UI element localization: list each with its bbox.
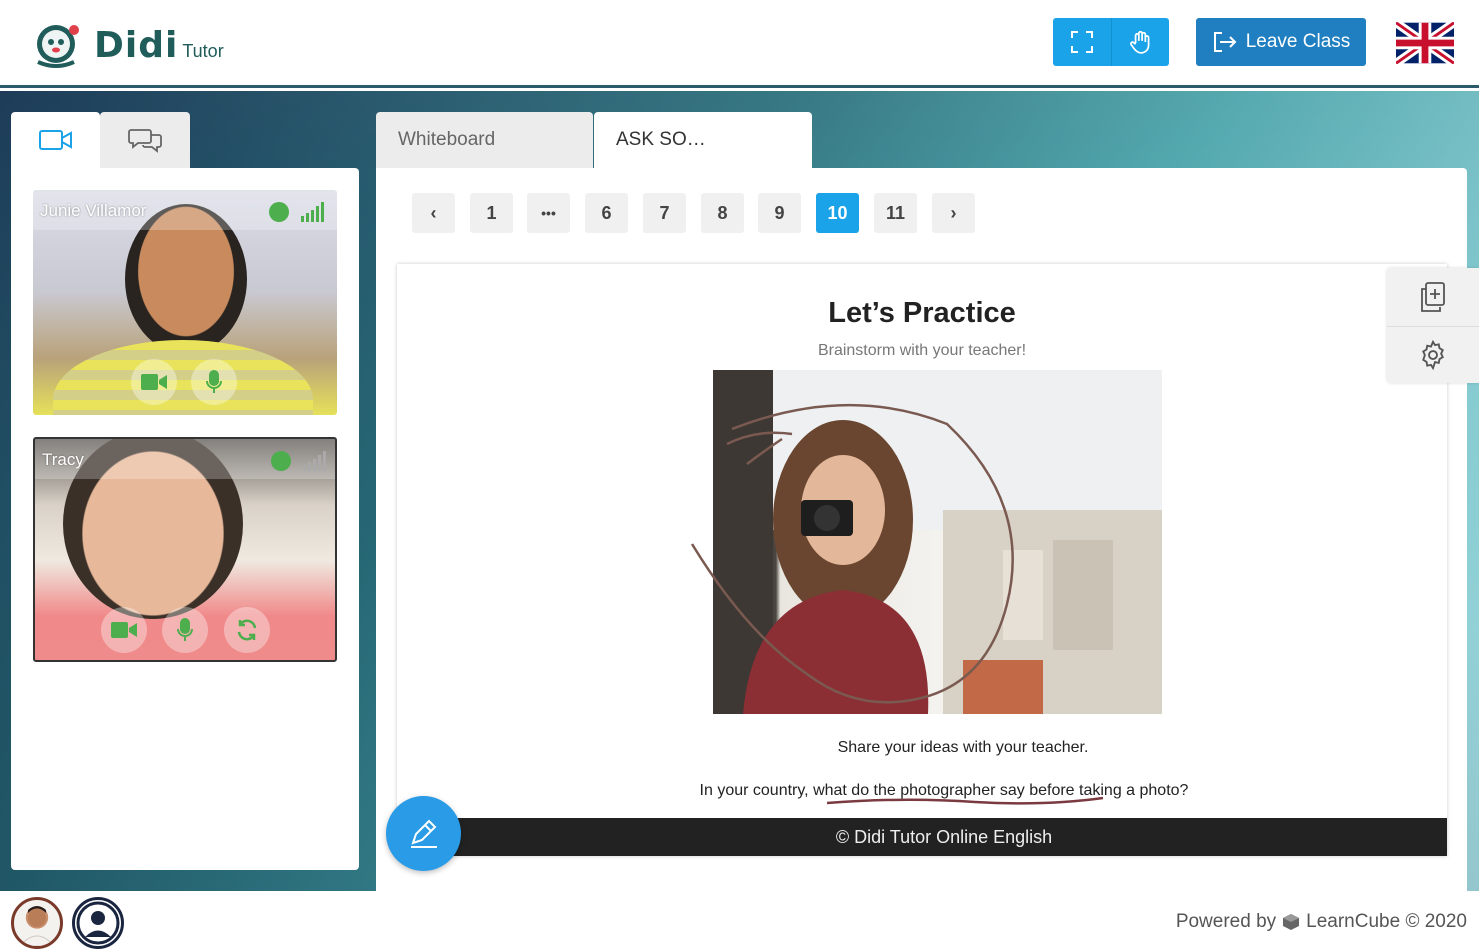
page-button-10[interactable]: 10 (816, 193, 859, 233)
uk-flag-icon[interactable] (1396, 22, 1454, 64)
slide-footer: © Didi Tutor Online English (397, 818, 1447, 856)
signal-strength-icon (301, 202, 324, 222)
camera-icon (111, 622, 137, 638)
left-panel-tabs (11, 112, 190, 168)
participant-name: Junie Villamor (40, 201, 147, 220)
tab-label: Whiteboard (398, 129, 496, 150)
page-button-9[interactable]: 9 (758, 193, 801, 233)
add-page-button[interactable] (1387, 268, 1479, 325)
participant-video-2[interactable]: Tracy (33, 437, 337, 662)
tab-chat[interactable] (100, 112, 190, 168)
lesson-slide[interactable]: Let’s Practice Brainstorm with your teac… (397, 264, 1447, 856)
didi-tutor-logo[interactable]: Didi Tutor (34, 22, 224, 68)
next-page-button[interactable]: › (932, 193, 975, 233)
logo-text: Didi (94, 24, 179, 66)
microphone-icon (177, 618, 193, 641)
powered-by-label: Powered by (1175, 911, 1277, 932)
slide-title: Let’s Practice (828, 297, 1016, 329)
page-ellipsis-button[interactable]: ••• (527, 193, 570, 233)
raise-hand-button[interactable] (1111, 18, 1169, 66)
camera-toggle-button[interactable] (131, 359, 177, 405)
camera-toggle-button[interactable] (101, 607, 147, 653)
page-button-6[interactable]: 6 (585, 193, 628, 233)
pen-icon (410, 819, 437, 848)
slide-instruction: Share your ideas with your teacher. (837, 739, 1089, 756)
microphone-icon (206, 370, 222, 393)
annotation-ink (690, 404, 1014, 704)
mascot-logo-icon (37, 25, 79, 68)
add-page-icon (1421, 281, 1445, 312)
status-dot (269, 202, 289, 222)
underline-ink (826, 796, 1104, 805)
chat-icon (128, 129, 162, 153)
camera-icon (141, 374, 167, 390)
learncube-cube-icon (1283, 914, 1300, 930)
participant-name: Tracy (42, 450, 84, 469)
exit-icon (1213, 32, 1237, 52)
microphone-toggle-button[interactable] (162, 607, 208, 653)
logo-subtext: Tutor (182, 40, 224, 61)
signal-strength-icon (303, 451, 326, 471)
fullscreen-icon (1071, 31, 1093, 53)
settings-gear-icon (1422, 340, 1444, 370)
leave-class-label: Leave Class (1245, 31, 1351, 52)
microphone-toggle-button[interactable] (191, 359, 237, 405)
prev-page-button[interactable]: ‹ (412, 193, 455, 233)
page-button-1[interactable]: 1 (470, 193, 513, 233)
video-camera-icon (38, 130, 72, 150)
participant-video-1[interactable]: Junie Villamor (33, 190, 337, 415)
slide-subtitle: Brainstorm with your teacher! (817, 342, 1027, 359)
header-bar: Didi Tutor Leave Class (0, 0, 1479, 88)
page-button-7[interactable]: 7 (643, 193, 686, 233)
fullscreen-button[interactable] (1053, 18, 1111, 66)
toolbar-button-group (1053, 18, 1169, 66)
raise-hand-icon (1129, 30, 1149, 54)
user-avatar-icon (76, 901, 120, 945)
participant-body-image (53, 340, 313, 415)
leave-class-button[interactable]: Leave Class (1196, 18, 1366, 66)
switch-camera-button[interactable] (224, 607, 270, 653)
teacher-avatar[interactable] (11, 897, 63, 949)
slide-side-tools (1387, 268, 1479, 383)
settings-button[interactable] (1387, 326, 1479, 383)
status-dot (271, 451, 291, 471)
student-avatar[interactable] (72, 897, 124, 949)
page-button-8[interactable]: 8 (701, 193, 744, 233)
refresh-icon (237, 619, 257, 641)
page-button-11[interactable]: 11 (874, 193, 917, 233)
tab-video[interactable] (11, 112, 100, 168)
tab-whiteboard[interactable]: Whiteboard (376, 112, 593, 168)
tab-ask-so[interactable]: ASK SO… (594, 112, 812, 168)
tab-label: ASK SO… (616, 129, 706, 150)
teacher-avatar-image (19, 906, 55, 946)
powered-by: Powered by LearnCube © 2020 (1176, 911, 1467, 933)
pen-tool-button[interactable] (386, 796, 461, 871)
powered-by-brand: LearnCube © 2020 (1306, 911, 1467, 932)
